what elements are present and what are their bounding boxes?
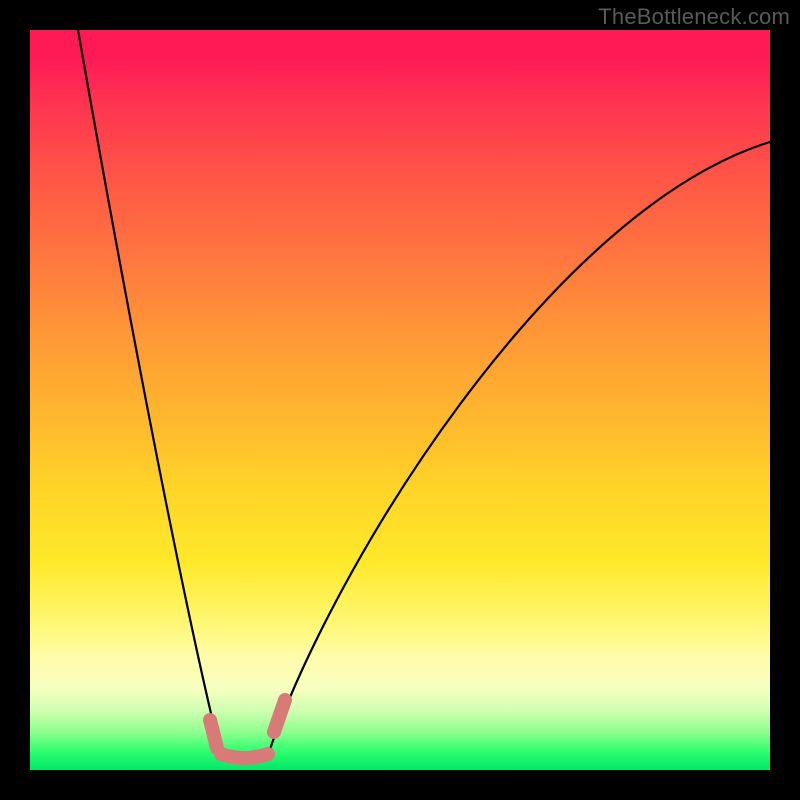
curve-left-branch: [78, 30, 221, 755]
highlight-right-pill: [274, 700, 285, 732]
highlight-u-bottom: [221, 754, 268, 758]
highlight-left-pill: [210, 720, 217, 748]
plot-area: [30, 30, 770, 770]
watermark-text: TheBottleneck.com: [598, 4, 790, 30]
curve-right-branch: [268, 142, 770, 755]
curve-layer: [30, 30, 770, 770]
chart-stage: TheBottleneck.com: [0, 0, 800, 800]
